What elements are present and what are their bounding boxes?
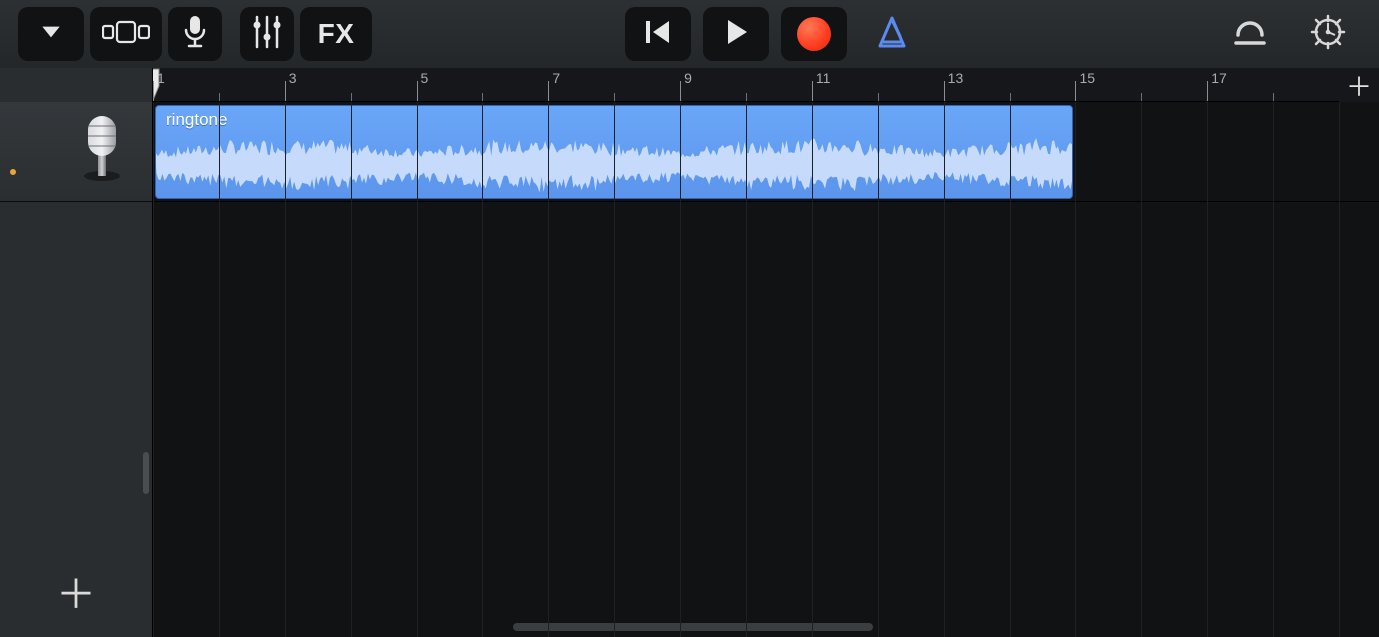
ruler-bar-number: 7 bbox=[552, 70, 560, 86]
mixer-button[interactable] bbox=[240, 7, 294, 61]
ruler-bar-number: 11 bbox=[816, 70, 831, 86]
go-to-start-button[interactable] bbox=[625, 7, 691, 61]
ruler-bar-number: 9 bbox=[684, 70, 692, 86]
timeline-lanes[interactable]: ringtone bbox=[153, 102, 1379, 637]
ruler-bar-number: 1 bbox=[157, 70, 165, 86]
loop-icon bbox=[1231, 13, 1269, 56]
loop-button[interactable] bbox=[1217, 7, 1283, 61]
ruler-track-header-spacer bbox=[0, 68, 153, 102]
add-track-button[interactable]: ＋ bbox=[0, 563, 152, 619]
ruler-bar-number: 17 bbox=[1211, 70, 1227, 86]
plus-icon: ＋ bbox=[56, 562, 96, 620]
fx-button[interactable]: FX bbox=[300, 7, 372, 61]
add-section-button[interactable]: ＋ bbox=[1339, 68, 1379, 102]
track-view-button[interactable] bbox=[90, 7, 162, 61]
play-button[interactable] bbox=[703, 7, 769, 61]
vertical-scrollbar-thumb[interactable] bbox=[143, 452, 149, 494]
ruler-bar-number: 3 bbox=[289, 70, 297, 86]
record-button[interactable] bbox=[781, 7, 847, 61]
track-header-1[interactable] bbox=[0, 102, 152, 202]
settings-gear-icon bbox=[1310, 14, 1346, 55]
view-menu-button[interactable] bbox=[18, 7, 84, 61]
toolbar: FX bbox=[0, 0, 1379, 68]
play-icon bbox=[721, 17, 751, 52]
ruler-bar-number: 15 bbox=[1079, 70, 1095, 86]
ruler-row: 135791113151719 ＋ bbox=[0, 68, 1379, 102]
ruler-bar-number: 5 bbox=[421, 70, 429, 86]
browser-icon bbox=[102, 20, 150, 49]
horizontal-scrollbar-thumb[interactable] bbox=[513, 623, 873, 631]
track-lane-1[interactable]: ringtone bbox=[153, 102, 1379, 202]
metronome-icon bbox=[874, 14, 910, 55]
input-mic-button[interactable] bbox=[168, 7, 222, 61]
settings-button[interactable] bbox=[1295, 7, 1361, 61]
timeline-ruler[interactable]: 135791113151719 bbox=[153, 68, 1379, 102]
chevron-down-icon bbox=[38, 19, 64, 50]
record-armed-indicator bbox=[10, 169, 16, 175]
track-headers-empty: ＋ bbox=[0, 202, 152, 637]
microphone-icon bbox=[184, 15, 206, 54]
studio-microphone-icon bbox=[78, 114, 126, 190]
mixer-sliders-icon bbox=[252, 15, 282, 54]
metronome-button[interactable] bbox=[859, 7, 925, 61]
plus-icon: ＋ bbox=[1346, 67, 1372, 104]
track-headers: ＋ bbox=[0, 102, 153, 637]
record-icon bbox=[797, 17, 831, 51]
tracks-area: ＋ ringtone bbox=[0, 102, 1379, 637]
go-to-start-icon bbox=[643, 17, 673, 52]
fx-label: FX bbox=[318, 18, 355, 50]
ruler-bar-number: 13 bbox=[948, 70, 964, 86]
